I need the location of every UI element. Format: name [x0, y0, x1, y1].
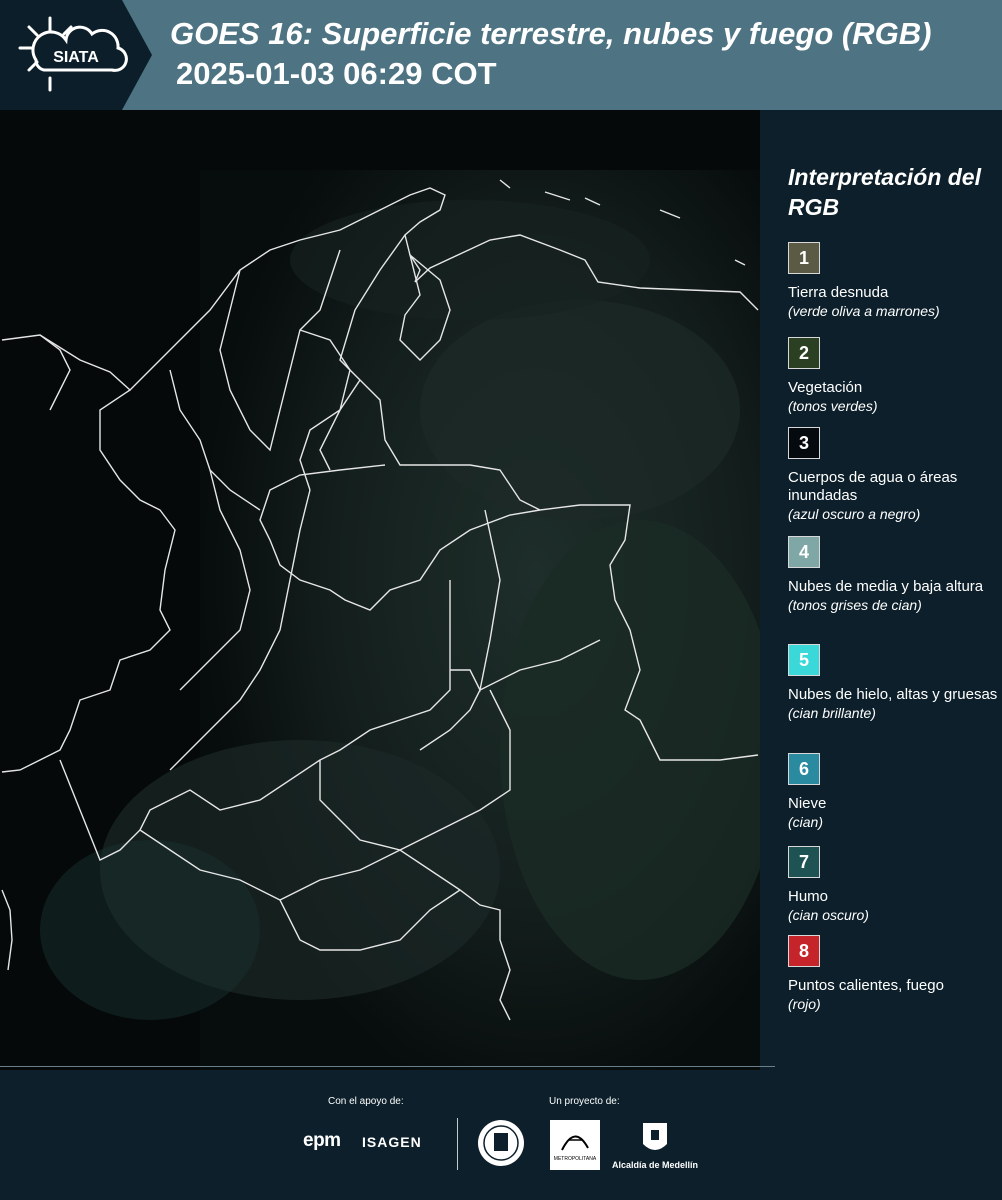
legend-description: (cian oscuro) — [788, 907, 869, 923]
map-title: GOES 16: Superficie terrestre, nubes y f… — [170, 16, 932, 51]
map-canvas — [0, 110, 760, 1070]
legend-item: 3 Cuerpos de agua o áreas inundadas (azul … — [788, 427, 1000, 523]
legend-swatch: 6 — [788, 753, 820, 785]
medellin-seal-logo — [478, 1120, 524, 1166]
legend-title: Interpretación del RGB — [788, 164, 981, 220]
legend-item: 6 Nieve (cian) — [788, 753, 1000, 831]
legend-swatch: 4 — [788, 536, 820, 568]
legend-description: (cian) — [788, 814, 824, 830]
legend-swatch: 1 — [788, 242, 820, 274]
legend-swatch: 7 — [788, 846, 820, 878]
legend-swatch: 8 — [788, 935, 820, 967]
project-caption: Un proyecto de: — [549, 1096, 620, 1107]
legend-swatch: 2 — [788, 337, 820, 369]
alcaldia-shield-logo — [643, 1123, 667, 1150]
footer-divider — [457, 1118, 458, 1170]
legend-item: 2 Vegetación (tonos verdes) — [788, 337, 1000, 415]
header-bar: SIATA GOES 16: Superficie terrestre, nub… — [0, 0, 1002, 110]
legend-label: Cuerpos de agua o áreas inundadas — [788, 469, 958, 504]
legend-item: 4 Nubes de media y baja altura (tonos gris… — [788, 536, 1000, 614]
legend-item: 8 Puntos calientes, fuego (rojo) — [788, 935, 1000, 1013]
legend-panel: Interpretación del RGB 1 Tierra desnuda (v… — [760, 110, 1002, 1070]
alcaldia-label: Alcaldía de Medellín — [612, 1160, 699, 1170]
legend-label: Vegetación — [788, 379, 863, 396]
legend-item: 7 Humo (cian oscuro) — [788, 846, 1000, 924]
svg-text:SIATA: SIATA — [53, 49, 99, 66]
legend-item: 1 Tierra desnuda (verde oliva a marrones) — [788, 242, 1000, 320]
legend-description: (azul oscuro a negro) — [788, 506, 921, 522]
legend-label: Tierra desnuda — [788, 284, 889, 301]
legend-label: Nubes de media y baja altura — [788, 578, 984, 595]
epm-logo: epm — [303, 1130, 341, 1151]
footer-divider-line — [0, 1066, 775, 1067]
legend-label: Nubes de hielo, altas y gruesas — [788, 686, 998, 703]
legend-description: (verde oliva a marrones) — [788, 303, 940, 319]
support-caption: Con el apoyo de: — [328, 1096, 404, 1107]
area-metropolitana-logo: METROPOLITANA — [550, 1120, 600, 1170]
legend-description: (tonos verdes) — [788, 398, 878, 414]
legend-label: Nieve — [788, 795, 827, 812]
legend-description: (cian brillante) — [788, 705, 876, 721]
map-timestamp: 2025-01-03 06:29 COT — [176, 56, 497, 91]
legend-description: (tonos grises de cian) — [788, 597, 922, 613]
satellite-map[interactable] — [0, 110, 760, 1070]
footer: Con el apoyo de: Un proyecto de: epm ISA… — [0, 1066, 1002, 1200]
isagen-logo: ISAGEN — [362, 1134, 422, 1150]
legend-swatch: 5 — [788, 644, 820, 676]
legend-description: (rojo) — [788, 996, 821, 1012]
siata-logo: SIATA — [18, 16, 128, 92]
legend-swatch: 3 — [788, 427, 820, 459]
legend-label: Humo — [788, 888, 829, 905]
legend-item: 5 Nubes de hielo, altas y gruesas (cian br… — [788, 644, 1000, 722]
legend-label: Puntos calientes, fuego — [788, 977, 944, 994]
